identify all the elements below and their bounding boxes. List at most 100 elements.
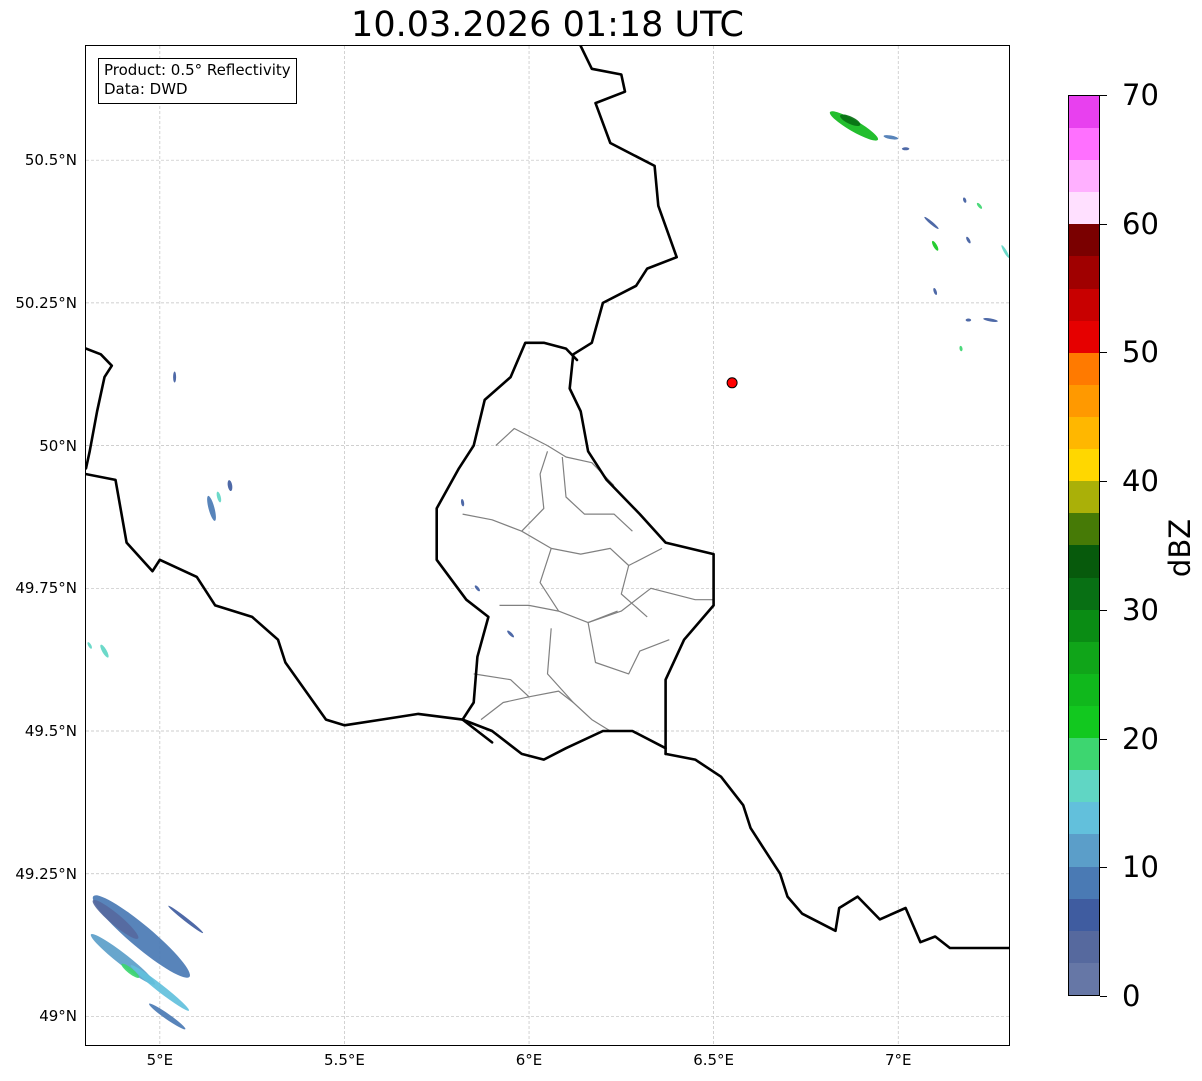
lat-tick-label: 49.25°N	[15, 864, 77, 883]
border-luxembourg-fr	[461, 718, 667, 761]
district-boundary	[587, 610, 618, 624]
lat-tick-label: 50°N	[39, 436, 77, 455]
colorbar-segment	[1069, 738, 1099, 771]
radar-map[interactable]: Product: 0.5° Reflectivity Data: DWD	[85, 45, 1010, 1046]
lon-tick-label: 6°E	[515, 1051, 543, 1069]
district-boundary	[521, 530, 663, 567]
colorbar-segment	[1069, 256, 1099, 289]
map-canvas	[86, 46, 1009, 1045]
radar-echo	[933, 287, 938, 295]
radar-echo	[460, 499, 465, 507]
radar-echo	[965, 318, 972, 322]
colorbar-segment	[1069, 96, 1099, 129]
colorbar-segment	[1069, 160, 1099, 193]
colorbar-segment	[1069, 417, 1099, 450]
colorbar-tick-label: 50	[1122, 335, 1159, 370]
lon-tick-label: 6.5°E	[693, 1051, 735, 1069]
lat-tick-label: 49.75°N	[15, 579, 77, 598]
lon-tick-label: 7°E	[884, 1051, 912, 1069]
colorbar-tick-label: 30	[1122, 592, 1159, 627]
colorbar-segment	[1069, 288, 1099, 321]
lat-tick-label: 50.5°N	[24, 151, 77, 170]
colorbar-tick	[1100, 867, 1107, 868]
radar-echo	[883, 135, 899, 140]
map-title: 10.03.2026 01:18 UTC	[351, 5, 744, 45]
colorbar-tick-label: 10	[1122, 850, 1159, 885]
colorbar-tick	[1100, 996, 1107, 997]
radar-echo	[959, 345, 963, 352]
radar-echo	[1001, 245, 1009, 258]
colorbar-unit-label: dBZ	[1163, 518, 1197, 578]
colorbar-segment	[1069, 192, 1099, 225]
lat-tick-label: 49.5°N	[24, 722, 77, 741]
colorbar-segment	[1069, 706, 1099, 739]
gridlines	[86, 46, 1009, 1045]
radar-echo	[100, 644, 109, 658]
border-germany-fr	[664, 752, 1009, 950]
colorbar-segment	[1069, 513, 1099, 546]
colorbar-segment	[1069, 352, 1099, 385]
radar-site-layer	[726, 377, 738, 389]
colorbar-tick-label: 0	[1122, 979, 1141, 1013]
colorbar-segment	[1069, 930, 1099, 963]
radar-echo	[474, 585, 480, 592]
district-boundary	[620, 565, 648, 618]
district-boundary	[539, 548, 714, 624]
colorbar-tick	[1100, 95, 1107, 96]
radar-echo	[901, 147, 910, 151]
radar-echo	[962, 197, 967, 203]
colorbar-segment	[1069, 641, 1099, 674]
data-source-label: Data: DWD	[104, 80, 188, 98]
colorbar-tick-label: 20	[1122, 721, 1159, 756]
colorbar-segment	[1069, 802, 1099, 835]
colorbar-segment	[1069, 834, 1099, 867]
radar-echo	[207, 495, 216, 521]
radar-echo	[976, 202, 983, 209]
radar-echo	[983, 318, 998, 322]
lat-tick-label: 49°N	[39, 1007, 77, 1026]
radar-echo	[924, 216, 939, 230]
district-boundary	[587, 622, 670, 675]
radar-echo	[966, 236, 971, 244]
colorbar-segment	[1069, 770, 1099, 803]
colorbar-segment	[1069, 609, 1099, 642]
colorbar-tick-label: 60	[1122, 206, 1159, 241]
radar-echo	[216, 491, 222, 503]
border-belgium-nl	[86, 347, 114, 470]
colorbar-tick	[1100, 352, 1107, 353]
colorbar-tick	[1100, 610, 1107, 611]
lon-tick-label: 5.5°E	[324, 1051, 365, 1069]
radar-echo	[507, 630, 515, 638]
radar-site-marker[interactable]	[726, 377, 738, 389]
radar-echo	[87, 642, 92, 649]
colorbar-segment	[1069, 449, 1099, 482]
colorbar	[1068, 95, 1100, 996]
colorbar-segment	[1069, 128, 1099, 161]
district-boundary	[480, 696, 530, 721]
colorbar-segment	[1069, 866, 1099, 899]
colorbar-segment	[1069, 545, 1099, 578]
district-boundaries	[462, 427, 714, 732]
radar-echo	[173, 371, 177, 383]
colorbar-segment	[1069, 673, 1099, 707]
country-borders	[86, 46, 1009, 950]
product-info-box: Product: 0.5° Reflectivity Data: DWD	[98, 58, 297, 104]
radar-echo	[168, 905, 204, 934]
colorbar-tick-label: 40	[1122, 464, 1159, 499]
district-boundary	[495, 427, 615, 487]
district-boundary	[546, 628, 622, 732]
colorbar-segment	[1069, 224, 1099, 257]
colorbar-segment	[1069, 384, 1099, 418]
radar-echo	[227, 480, 233, 492]
colorbar-tick	[1100, 739, 1107, 740]
lat-tick-label: 50.25°N	[15, 293, 77, 312]
colorbar-tick-label: 70	[1122, 78, 1159, 112]
colorbar-tick	[1100, 481, 1107, 482]
radar-echo	[829, 111, 879, 141]
colorbar-segment	[1069, 577, 1099, 610]
border-belgium-fr	[86, 472, 464, 727]
lon-tick-label: 5°E	[146, 1051, 174, 1069]
colorbar-segment	[1069, 962, 1099, 995]
border-luxembourg-de	[568, 46, 715, 756]
radar-echo	[931, 240, 939, 251]
